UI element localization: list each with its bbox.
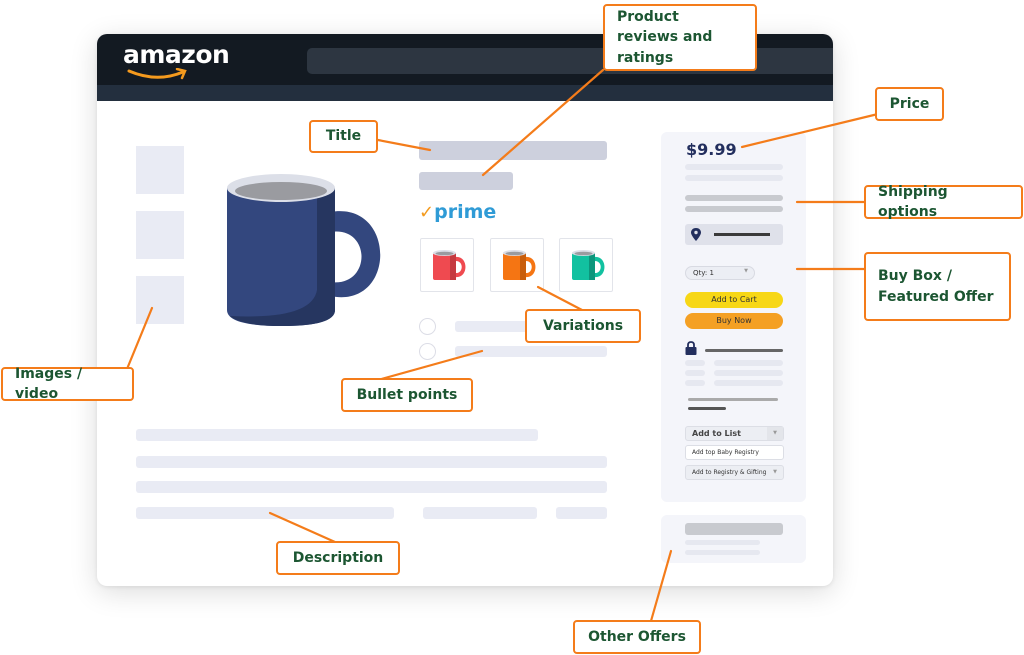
gift-option-line: [688, 398, 778, 401]
image-thumbnail[interactable]: [136, 146, 184, 194]
bullet-radio[interactable]: [419, 343, 436, 360]
callout-buybox: Buy Box / Featured Offer: [864, 252, 1011, 321]
callout-price: Price: [875, 87, 944, 121]
price: $9.99: [686, 140, 737, 159]
description-line: [556, 507, 607, 519]
add-to-cart-button[interactable]: Add to Cart: [685, 292, 783, 308]
buy-box: $9.99 Qty: 1 ▼ Add to Cart Buy Now Add to…: [661, 132, 806, 502]
seller-info-line: [714, 380, 783, 386]
other-offers-line: [685, 550, 760, 555]
other-offers-heading-line: [685, 523, 783, 535]
price-detail-line: [685, 164, 783, 170]
secure-transaction-line: [705, 349, 783, 352]
teal-mug-icon: [572, 250, 605, 280]
add-to-list-label: Add to List: [692, 429, 741, 438]
image-thumbnail[interactable]: [136, 276, 184, 324]
seller-info-line: [685, 380, 705, 386]
image-thumbnail[interactable]: [136, 211, 184, 259]
callout-images: Images / video: [1, 366, 134, 402]
description-line: [136, 507, 394, 519]
callout-variations: Variations: [525, 309, 641, 343]
callout-shipping: Shipping options: [864, 184, 1023, 220]
callout-title: Title: [309, 120, 378, 153]
registry-gifting-dropdown[interactable]: Add to Registry & Gifting ▼: [685, 465, 784, 480]
seller-info-line: [714, 370, 783, 376]
amazon-smile-icon: [127, 68, 187, 80]
description-line: [136, 481, 607, 493]
gift-option-line: [688, 407, 726, 410]
main-product-image-mug[interactable]: [222, 170, 387, 330]
baby-registry-button[interactable]: Add top Baby Registry: [685, 445, 784, 460]
shipping-line: [685, 206, 783, 212]
callout-description: Description: [276, 541, 400, 575]
variation-teal[interactable]: [559, 238, 613, 292]
add-to-list-dropdown[interactable]: Add to List ▼: [685, 426, 784, 441]
quantity-label: Qty: 1: [693, 269, 714, 277]
orange-mug-icon: [503, 250, 536, 280]
callout-other-offers: Other Offers: [573, 620, 701, 654]
secondary-navigation-bar: [97, 85, 833, 101]
title-placeholder: [419, 141, 607, 160]
description-line: [136, 429, 538, 441]
seller-info-line: [714, 360, 783, 366]
red-mug-icon: [433, 250, 466, 280]
other-offers-line: [685, 540, 760, 545]
quantity-dropdown[interactable]: Qty: 1 ▼: [685, 266, 755, 280]
chevron-down-icon: ▼: [773, 469, 777, 475]
callout-reviews: Product reviews and ratings: [603, 4, 757, 71]
buy-now-button[interactable]: Buy Now: [685, 313, 783, 329]
description-line: [136, 456, 607, 468]
chevron-down-icon: ▼: [767, 427, 783, 440]
variation-orange[interactable]: [490, 238, 544, 292]
seller-info-line: [685, 360, 705, 366]
product-page-mockup: amazon ✓prime $9.99 Qty: 1 ▼ Add to Cart…: [97, 34, 833, 586]
chevron-down-icon: ▼: [744, 268, 748, 274]
reviews-placeholder: [419, 172, 513, 190]
callout-bullets: Bullet points: [341, 378, 473, 412]
other-offers-box: [661, 515, 806, 563]
price-detail-line: [685, 175, 783, 181]
location-pin-icon: [691, 228, 701, 241]
registry-gifting-label: Add to Registry & Gifting: [692, 469, 767, 476]
seller-info-line: [685, 370, 705, 376]
prime-check-icon: ✓: [419, 202, 435, 223]
variation-red[interactable]: [420, 238, 474, 292]
lock-icon: [685, 341, 697, 355]
prime-badge: ✓prime: [419, 201, 496, 223]
bullet-radio[interactable]: [419, 318, 436, 335]
location-text-line: [714, 233, 770, 236]
bullet-point-placeholder: [455, 346, 607, 357]
prime-label: prime: [434, 201, 497, 223]
amazon-logo[interactable]: amazon: [123, 40, 230, 69]
description-line: [423, 507, 537, 519]
delivery-location-selector[interactable]: [685, 224, 783, 245]
shipping-line: [685, 195, 783, 201]
